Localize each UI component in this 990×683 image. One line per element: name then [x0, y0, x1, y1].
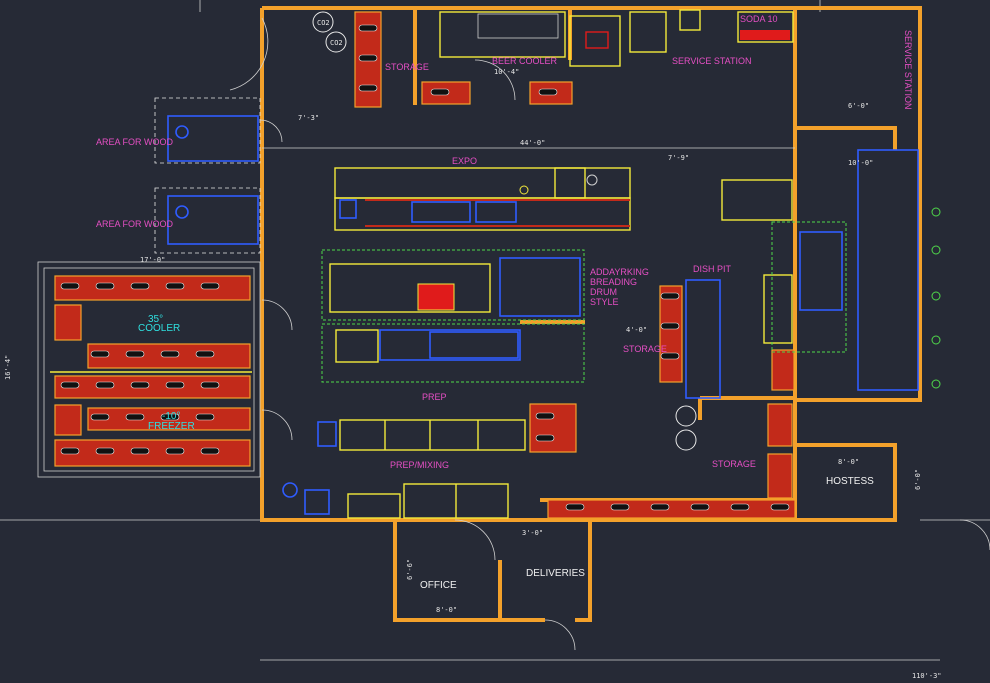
door-swings — [229, 17, 990, 651]
dim-7ft9: 7'-9" — [668, 154, 689, 162]
shelf-tag — [660, 292, 680, 300]
connection-marker — [931, 207, 941, 217]
shelf-tag — [358, 24, 378, 32]
connection-marker — [931, 245, 941, 255]
label-office: OFFICE — [420, 580, 457, 591]
label-soda: SODA 10 — [740, 14, 778, 24]
shelf-tag — [690, 503, 710, 511]
shelf-tag — [358, 84, 378, 92]
shelf-tag — [535, 412, 555, 420]
shelf-tag — [165, 282, 185, 290]
shelf-tag — [165, 447, 185, 455]
label-freezer: FREEZER — [148, 421, 195, 432]
label-breading: ADDAYRKING BREADING DRUM STYLE — [590, 267, 649, 307]
shelf-tag — [160, 350, 180, 358]
label-storage-top: STORAGE — [385, 62, 429, 72]
shelf-tag — [660, 322, 680, 330]
shelf-tag — [358, 54, 378, 62]
shelf-tag — [60, 447, 80, 455]
floor-plan: STORAGE BEER COOLER SERVICE STATION SODA… — [0, 0, 990, 680]
dim-10ft4: 10'-4" — [494, 68, 519, 76]
dim-6ft6: 6'-6" — [406, 559, 414, 580]
shelf-tag — [130, 381, 150, 389]
label-storage-mid: STORAGE — [623, 344, 667, 354]
connection-marker — [931, 379, 941, 389]
shelf-tag — [200, 282, 220, 290]
shelf-tag — [195, 350, 215, 358]
shelf-tag — [770, 503, 790, 511]
shelf-tag — [95, 282, 115, 290]
shelf-tag — [430, 88, 450, 96]
label-expo: EXPO — [452, 156, 477, 166]
shelf-tag — [95, 447, 115, 455]
dim-10ft: 10'-0" — [848, 159, 873, 167]
dim-3ft: 3'-0" — [522, 529, 543, 537]
shelf-tag — [60, 282, 80, 290]
label-area-for-wood-2: AREA FOR WOOD — [96, 219, 174, 229]
label-prep-mixing: PREP/MIXING — [390, 460, 449, 470]
shelf-tag — [125, 413, 145, 421]
shelf-tag — [565, 503, 585, 511]
shelf-tag — [90, 413, 110, 421]
prep-line — [321, 249, 585, 383]
floor-plan-canvas: STORAGE BEER COOLER SERVICE STATION SODA… — [0, 0, 990, 683]
label-area-for-wood-1: AREA FOR WOOD — [96, 137, 174, 147]
dim-7ft3: 7'-3" — [298, 114, 319, 122]
shelf-tag — [538, 88, 558, 96]
dim-6ft-hostess: 6'-0" — [914, 469, 922, 490]
shelf-tag — [95, 381, 115, 389]
shelf-tag — [165, 381, 185, 389]
label-cooler: COOLER — [138, 323, 180, 334]
dim-17ft: 17'-0" — [140, 256, 165, 264]
dim-8ft-hostess: 8'-0" — [838, 458, 859, 466]
dim-4ft: 4'-0" — [626, 326, 647, 334]
shelf-tag — [535, 434, 555, 442]
connection-marker — [931, 335, 941, 345]
label-co2-b: CO2 — [330, 39, 343, 47]
shelf-tag — [200, 447, 220, 455]
shelf-tag — [125, 350, 145, 358]
shelf-tag — [650, 503, 670, 511]
shelf-tag — [200, 381, 220, 389]
service-connection-markers — [931, 207, 941, 389]
dim-16ft4: 16'-4" — [4, 355, 12, 380]
label-service-station: SERVICE STATION — [672, 56, 752, 66]
shelf-tag — [195, 413, 215, 421]
label-storage-low: STORAGE — [712, 459, 756, 469]
shelving-units — [54, 11, 796, 519]
shelf-tag — [610, 503, 630, 511]
label-deliveries: DELIVERIES — [526, 568, 585, 579]
cooking-line — [334, 167, 631, 231]
label-dish-pit: DISH PIT — [693, 264, 732, 274]
shelf-tag — [90, 350, 110, 358]
shelf-tag — [130, 447, 150, 455]
label-beer-cooler: BEER COOLER — [492, 56, 558, 66]
dim-110ft: 110'-3" — [912, 672, 942, 680]
wood-storage-areas — [154, 97, 261, 254]
label-prep: PREP — [422, 392, 447, 402]
shelf-tag — [130, 282, 150, 290]
shelf-tag — [730, 503, 750, 511]
dim-8ft-office: 8'-0" — [436, 606, 457, 614]
dim-44ft: 44'-0" — [520, 139, 545, 147]
shelf-tag — [60, 381, 80, 389]
label-co2-a: CO2 — [317, 19, 330, 27]
label-service-station-vertical: SERVICE STATION — [903, 30, 913, 110]
label-hostess: HOSTESS — [826, 476, 874, 487]
connection-marker — [931, 291, 941, 301]
dim-6ft-top: 6'-0" — [848, 102, 869, 110]
